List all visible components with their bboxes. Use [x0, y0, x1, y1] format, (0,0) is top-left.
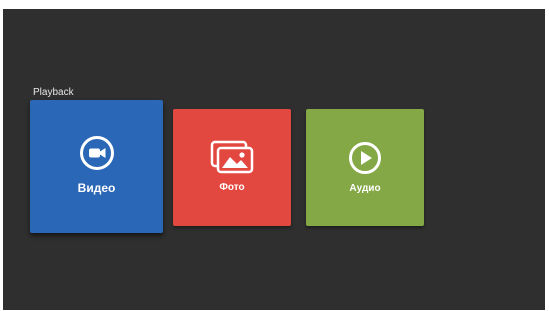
- section-title: Playback: [33, 87, 74, 98]
- tile-video[interactable]: Видео: [30, 100, 163, 233]
- tile-photo[interactable]: Фото: [173, 109, 291, 226]
- tile-video-label: Видео: [77, 181, 116, 195]
- tile-audio-label: Аудио: [349, 183, 381, 194]
- tile-photo-label: Фото: [219, 182, 245, 193]
- play-circle-icon: [349, 142, 381, 174]
- photo-gallery-icon: [210, 140, 254, 174]
- tile-audio[interactable]: Аудио: [306, 109, 424, 226]
- playback-screen: Playback Видео Фото Аудио: [3, 9, 545, 310]
- video-camera-icon: [79, 136, 114, 170]
